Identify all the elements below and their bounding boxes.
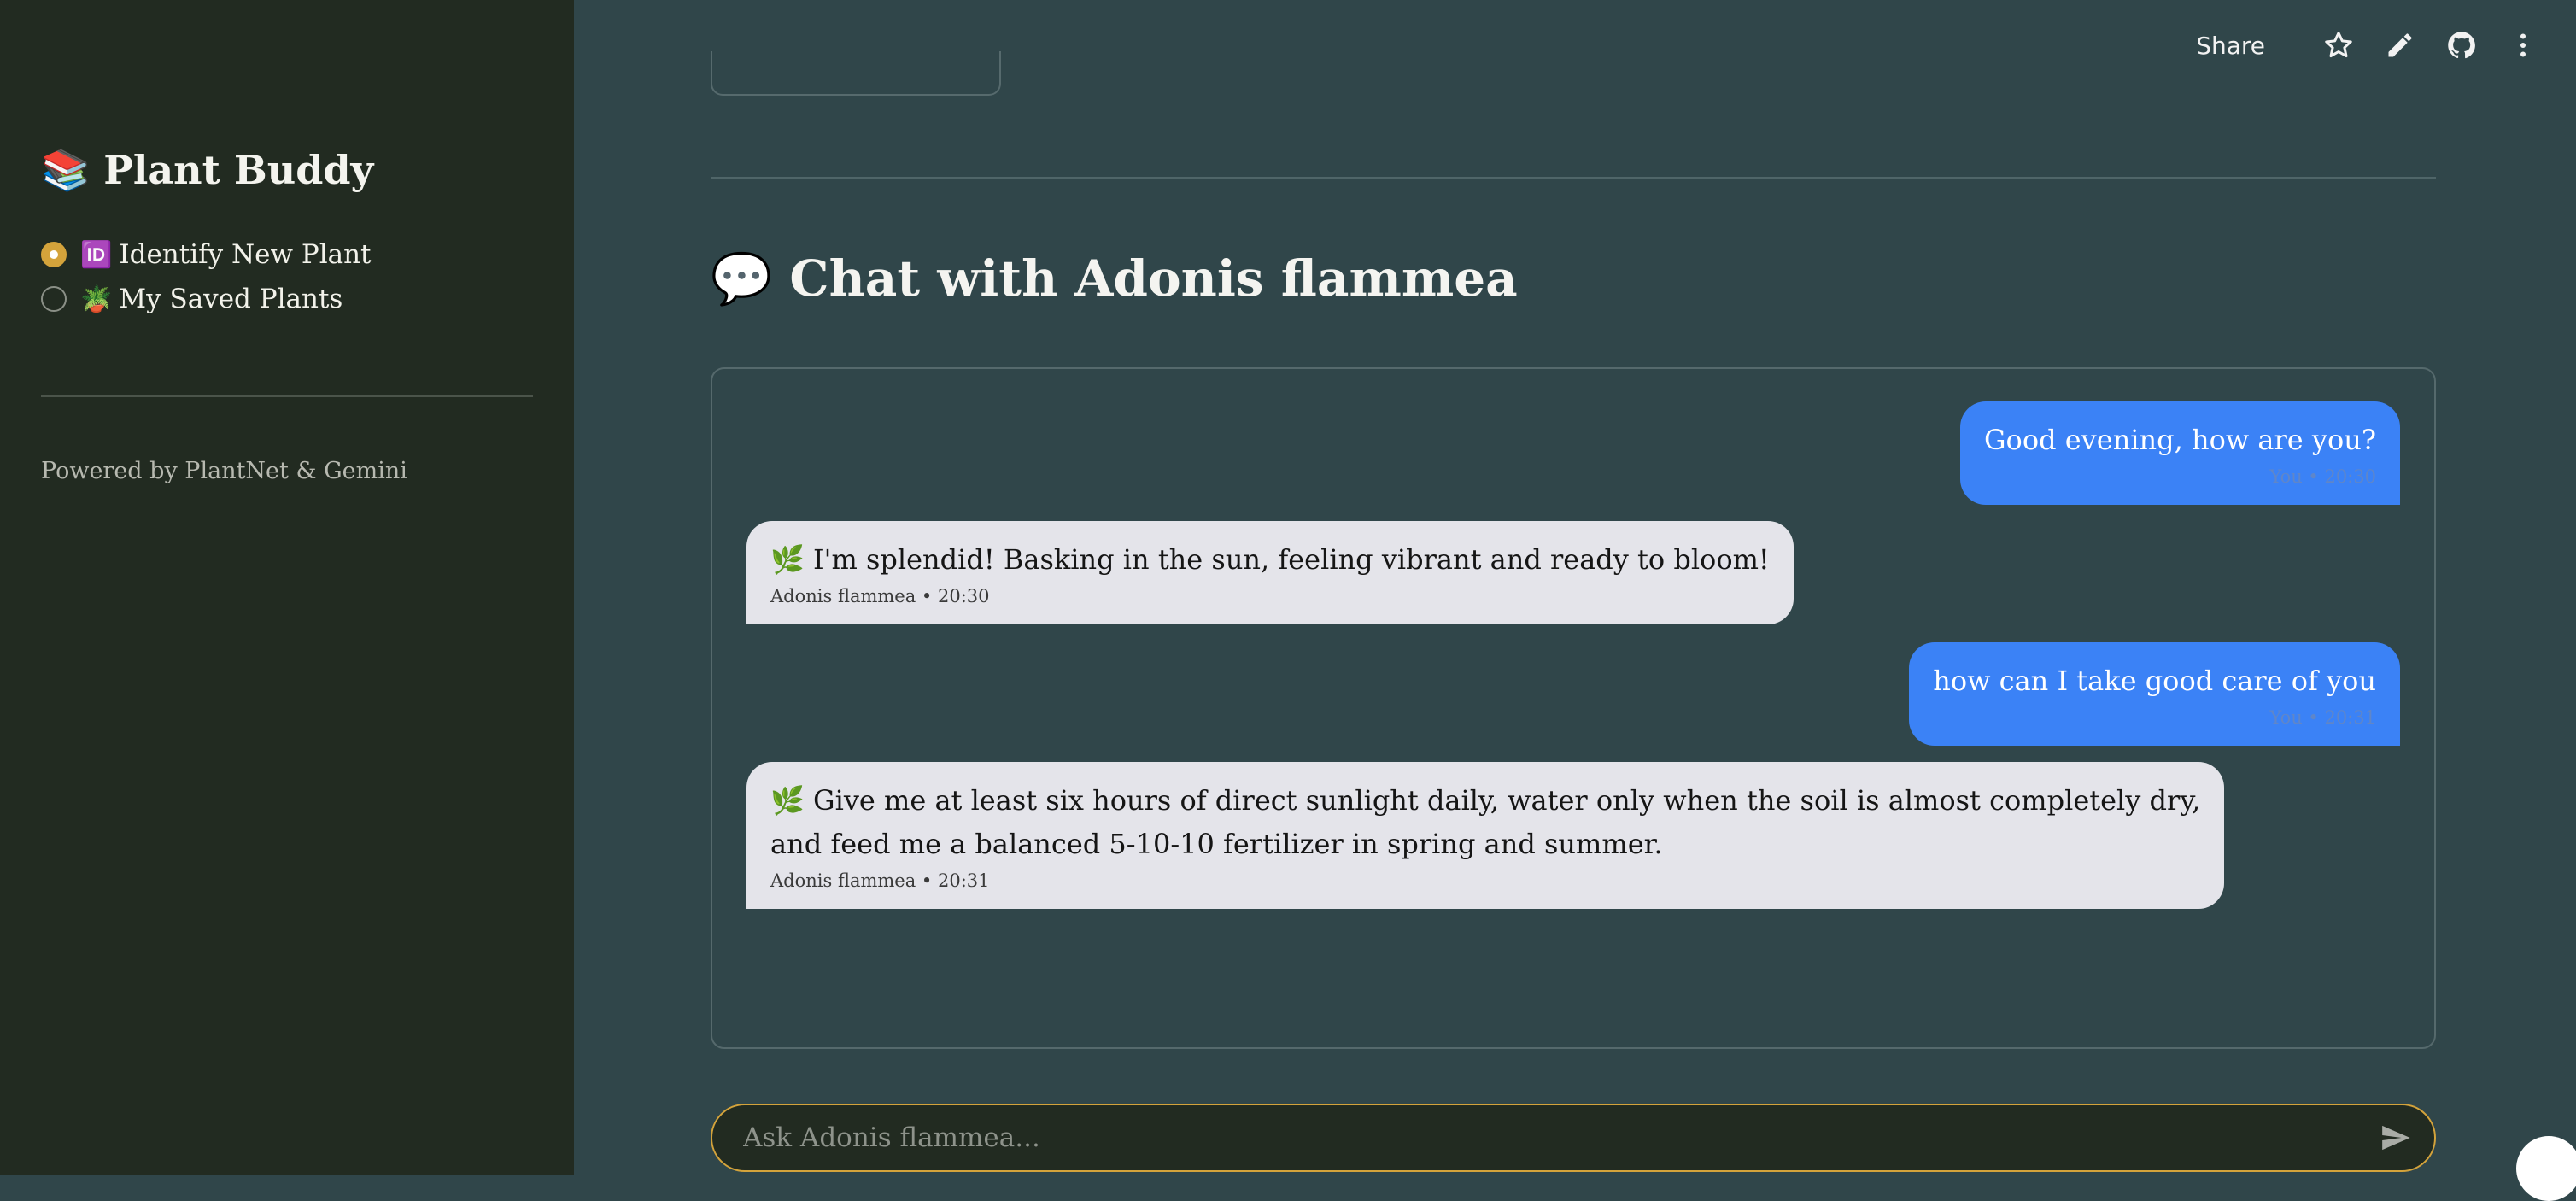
radio-button-selected[interactable] xyxy=(41,242,67,267)
chat-heading-text: Chat with Adonis flammea xyxy=(789,249,1518,308)
message-meta: You • 20:30 xyxy=(2269,466,2376,487)
send-icon[interactable] xyxy=(2376,1118,2415,1157)
more-vertical-icon[interactable] xyxy=(2504,26,2542,64)
chat-input[interactable] xyxy=(741,1122,2376,1154)
potted-plant-icon: 🪴 xyxy=(80,284,113,314)
github-icon[interactable] xyxy=(2443,26,2480,64)
message-text: 🌿 Give me at least six hours of direct s… xyxy=(770,779,2200,866)
bot-message: 🌿 Give me at least six hours of direct s… xyxy=(746,762,2225,909)
radio-label: My Saved Plants xyxy=(119,284,343,314)
app-title-text: Plant Buddy xyxy=(103,147,374,193)
message-body-line-2: and feed me a balanced 5-10-10 fertilize… xyxy=(770,828,1663,860)
message-meta: You • 20:31 xyxy=(2269,707,2376,728)
star-icon[interactable] xyxy=(2320,26,2357,64)
sidebar-footer: Powered by PlantNet & Gemini xyxy=(41,458,407,484)
herb-icon: 🌿 xyxy=(770,784,805,817)
radio-button[interactable] xyxy=(41,286,67,312)
app-title: 📚 Plant Buddy xyxy=(41,147,373,194)
id-icon: 🆔 xyxy=(80,239,113,270)
radio-option-identify-new-plant[interactable]: 🆔 Identify New Plant xyxy=(41,232,372,277)
user-message: Good evening, how are you? You • 20:30 xyxy=(1959,401,2400,505)
sidebar-divider xyxy=(41,395,533,397)
chat-input-bar xyxy=(711,1104,2436,1172)
books-icon: 📚 xyxy=(41,147,91,193)
message-meta: Adonis flammea • 20:30 xyxy=(770,586,990,606)
user-message: how can I take good care of you You • 20… xyxy=(1909,642,2400,746)
message-meta: Adonis flammea • 20:31 xyxy=(770,870,990,891)
partial-container xyxy=(711,51,1001,96)
chat-history[interactable]: Good evening, how are you? You • 20:30 🌿… xyxy=(711,367,2436,1049)
section-divider xyxy=(711,177,2436,179)
chat-heading: 💬 Chat with Adonis flammea xyxy=(711,249,1518,308)
message-text: Good evening, how are you? xyxy=(1983,424,2376,456)
radio-option-my-saved-plants[interactable]: 🪴 My Saved Plants xyxy=(41,277,372,321)
top-toolbar: Share xyxy=(2196,24,2542,67)
herb-icon: 🌿 xyxy=(770,543,805,576)
status-badge xyxy=(2516,1136,2576,1201)
pencil-icon[interactable] xyxy=(2381,26,2419,64)
navigation-radio-group: 🆔 Identify New Plant 🪴 My Saved Plants xyxy=(41,232,372,321)
message-body-line-1: Give me at least six hours of direct sun… xyxy=(813,784,2201,817)
message-text: how can I take good care of you xyxy=(1933,665,2376,697)
speech-bubble-icon: 💬 xyxy=(711,249,773,308)
sidebar: 📚 Plant Buddy 🆔 Identify New Plant 🪴 My … xyxy=(0,0,574,1175)
message-text: 🌿 I'm splendid! Basking in the sun, feel… xyxy=(770,538,1770,582)
share-button[interactable]: Share xyxy=(2196,32,2265,60)
bot-message: 🌿 I'm splendid! Basking in the sun, feel… xyxy=(746,521,1794,624)
message-body: I'm splendid! Basking in the sun, feelin… xyxy=(813,543,1770,576)
radio-label: Identify New Plant xyxy=(119,239,372,270)
